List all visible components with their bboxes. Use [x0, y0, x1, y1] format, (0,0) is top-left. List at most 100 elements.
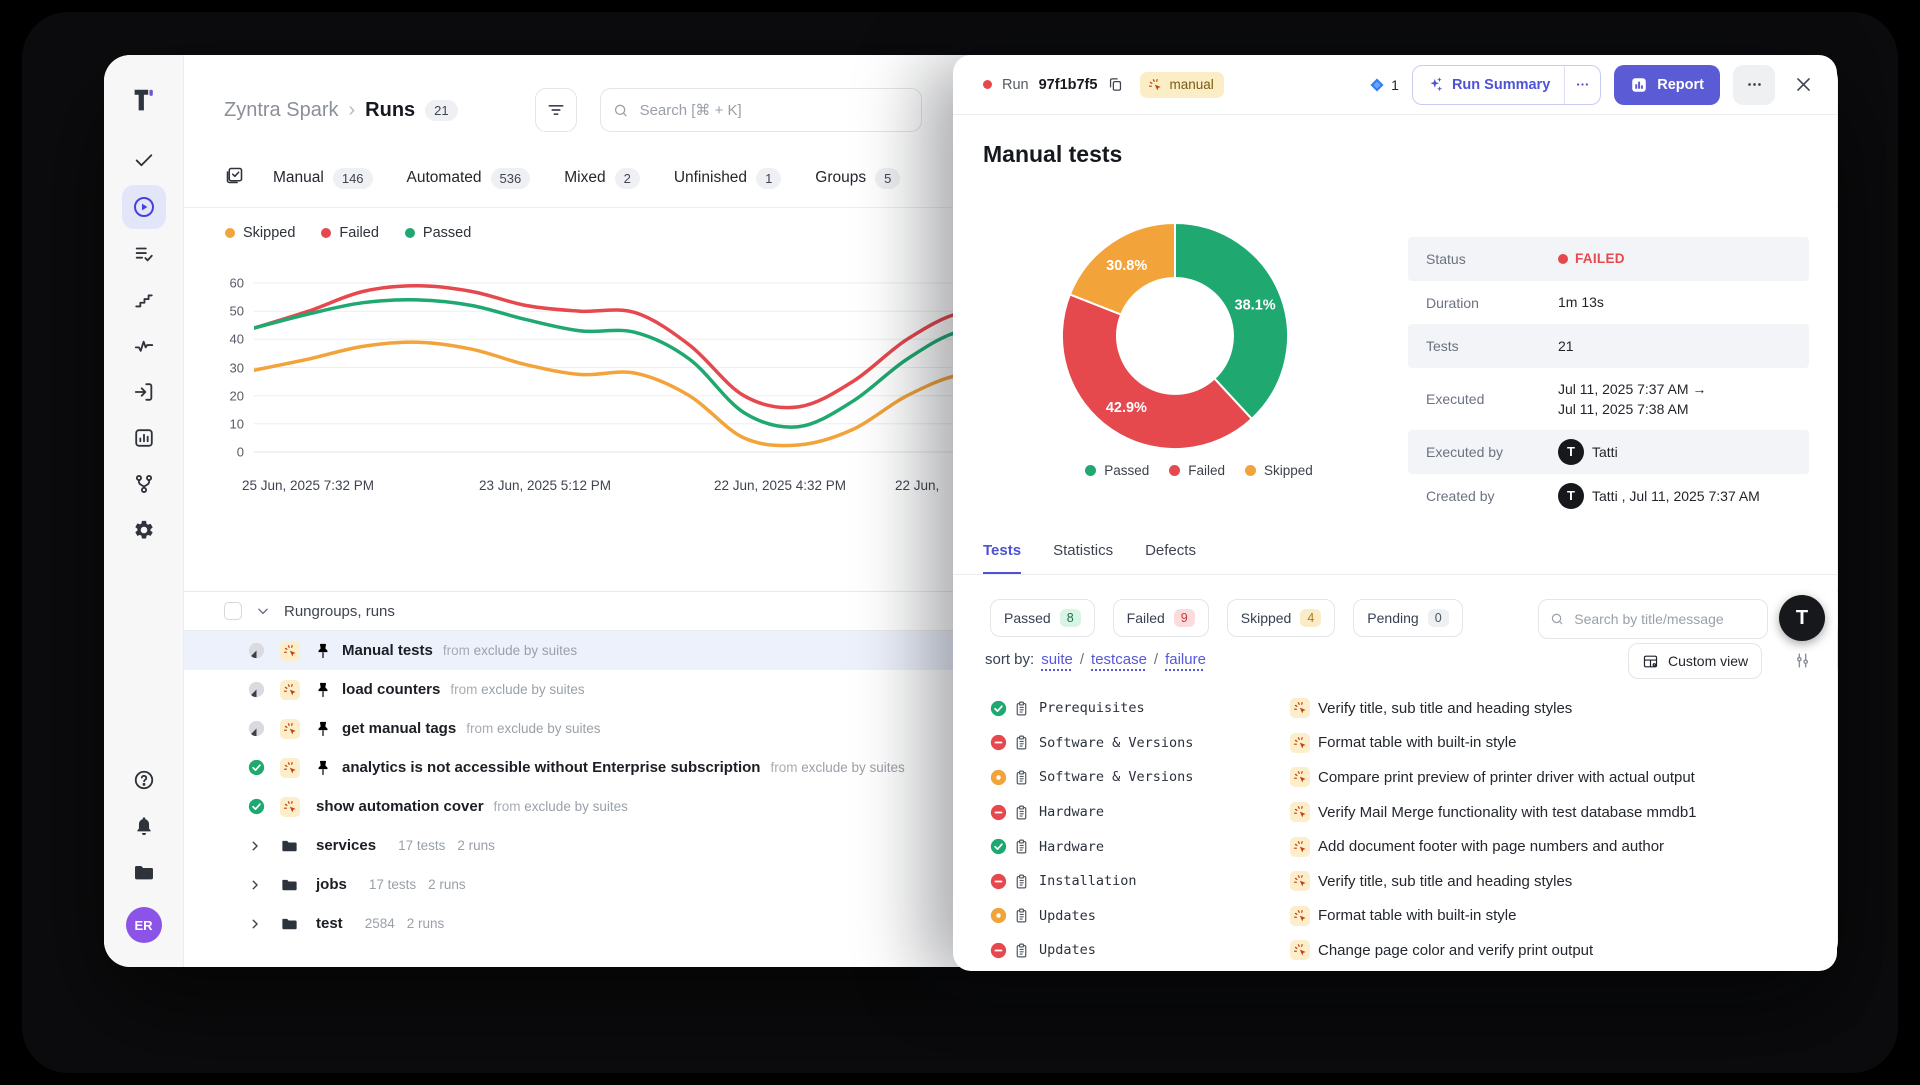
filter-chip-passed[interactable]: Passed8 [990, 599, 1095, 637]
tab-count-badge: 146 [333, 168, 373, 189]
test-title: Format table with built-in style [1318, 734, 1516, 751]
folder-icon[interactable] [132, 860, 156, 884]
detail-row-duration: Duration1m 13s [1408, 281, 1809, 324]
manual-icon [1290, 767, 1310, 787]
pin-icon [310, 720, 336, 738]
manual-icon [1290, 802, 1310, 822]
donut-legend-passed: Passed [1085, 463, 1149, 478]
check-icon[interactable] [132, 148, 156, 172]
test-row[interactable]: Prerequisites Verify title, sub title and… [953, 691, 1837, 726]
main-search[interactable] [600, 88, 922, 132]
git-branch-icon[interactable] [132, 472, 156, 496]
tab-automated[interactable]: Automated536 [407, 168, 531, 189]
manual-icon [1290, 837, 1310, 857]
chevron-right-icon[interactable] [248, 839, 280, 853]
sidebar: ER [104, 55, 184, 967]
tab-mixed[interactable]: Mixed2 [564, 168, 640, 189]
legend-item-passed: Passed [405, 225, 471, 241]
legend-item-skipped: Skipped [225, 225, 295, 241]
y-tick: 10 [230, 416, 244, 431]
run-details-table: StatusFAILEDDuration1m 13sTests21Execute… [1408, 237, 1809, 518]
test-row[interactable]: HardwareVerify Mail Merge functionality … [953, 795, 1837, 830]
select-runs-icon[interactable] [224, 165, 245, 191]
folder-icon [280, 875, 310, 894]
filter-chip-skipped[interactable]: Skipped4 [1227, 599, 1336, 637]
run-summary-button[interactable]: Run Summary [1412, 65, 1601, 105]
run-source: from exclude by suites [443, 643, 577, 658]
tab-tests[interactable]: Tests [983, 542, 1021, 575]
select-all-checkbox[interactable] [224, 602, 242, 620]
tab-unfinished[interactable]: Unfinished1 [674, 168, 781, 189]
breadcrumb-project[interactable]: Zyntra Spark [224, 99, 338, 122]
chip-count: 4 [1300, 609, 1321, 627]
chevron-down-icon[interactable] [256, 604, 270, 618]
svg-text:30.8%: 30.8% [1106, 258, 1147, 274]
report-button[interactable]: Report [1614, 65, 1720, 105]
tests-list: Prerequisites Verify title, sub title and… [953, 691, 1837, 971]
bell-icon[interactable] [132, 814, 156, 838]
test-row[interactable]: Software & VersionsCompare print preview… [953, 760, 1837, 795]
manual-icon [280, 719, 300, 739]
test-row[interactable]: InstallationVerify title, sub title and … [953, 864, 1837, 899]
chart-legend: SkippedFailedPassed [225, 225, 471, 241]
steps-icon[interactable] [132, 288, 156, 312]
panel-more-button[interactable] [1733, 65, 1775, 105]
help-circle-icon[interactable] [132, 768, 156, 792]
sort-link-failure[interactable]: failure [1165, 651, 1206, 668]
status-running-icon [248, 681, 280, 698]
view-options-icon[interactable] [1793, 651, 1812, 675]
manual-icon [1290, 698, 1310, 718]
breadcrumb-separator: › [348, 99, 355, 122]
test-title: Verify title, sub title and heading styl… [1318, 873, 1572, 890]
test-row[interactable]: HardwareAdd document footer with page nu… [953, 829, 1837, 864]
list-check-icon[interactable] [132, 242, 156, 266]
main-search-input[interactable] [638, 101, 909, 120]
chevron-right-icon[interactable] [248, 878, 280, 892]
copy-icon[interactable] [1107, 76, 1124, 93]
tab-defects[interactable]: Defects [1145, 542, 1196, 575]
widget-avatar[interactable]: T [1779, 595, 1825, 641]
folder-run-count: 2 runs [457, 838, 495, 853]
run-summary-more-button[interactable] [1564, 66, 1600, 104]
activity-icon[interactable] [132, 334, 156, 358]
panel-search[interactable] [1538, 599, 1768, 639]
filter-chip-pending[interactable]: Pending0 [1353, 599, 1462, 637]
page-title: Runs [365, 99, 415, 122]
tab-statistics[interactable]: Statistics [1053, 542, 1113, 575]
app-logo-icon[interactable] [129, 85, 159, 115]
import-box-icon[interactable] [132, 380, 156, 404]
suite-name: Prerequisites [1039, 700, 1145, 716]
filter-button[interactable] [535, 88, 577, 132]
user-avatar[interactable]: ER [126, 907, 162, 943]
custom-view-button[interactable]: Custom view [1628, 643, 1762, 679]
play-circle-icon[interactable] [122, 185, 166, 229]
test-title: Compare print preview of printer driver … [1318, 769, 1695, 786]
status-badge: FAILED [1558, 249, 1625, 269]
status-passed-icon [990, 700, 1007, 717]
manual-icon [1290, 940, 1310, 960]
chevron-right-icon[interactable] [248, 917, 280, 931]
test-row[interactable]: UpdatesChange page color and verify prin… [953, 933, 1837, 968]
tab-manual[interactable]: Manual146 [273, 168, 373, 189]
gear-icon[interactable] [132, 518, 156, 542]
y-tick: 30 [230, 360, 244, 375]
run-source: from exclude by suites [494, 799, 628, 814]
close-panel-icon[interactable] [1794, 75, 1813, 94]
sort-link-suite[interactable]: suite [1041, 651, 1073, 668]
test-title: Verify title, sub title and heading styl… [1318, 700, 1572, 717]
test-row[interactable]: Software & VersionsFormat table with bui… [953, 726, 1837, 761]
suite-name: Updates [1039, 942, 1096, 958]
svg-text:42.9%: 42.9% [1106, 400, 1147, 416]
sort-link-testcase[interactable]: testcase [1091, 651, 1147, 668]
donut-legend: PassedFailedSkipped [1049, 463, 1349, 478]
clipboard-icon [1013, 769, 1030, 786]
bar-chart-square-icon[interactable] [132, 426, 156, 450]
test-row[interactable]: UpdatesFormat table with built-in style [953, 899, 1837, 934]
run-label: Run [1002, 77, 1029, 93]
tab-groups[interactable]: Groups5 [815, 168, 900, 189]
linked-issues[interactable]: 1 [1369, 77, 1399, 93]
filter-lines-icon [546, 100, 566, 120]
filter-chip-failed[interactable]: Failed9 [1113, 599, 1209, 637]
panel-search-input[interactable] [1572, 610, 1756, 628]
donut-legend-skipped: Skipped [1245, 463, 1313, 478]
